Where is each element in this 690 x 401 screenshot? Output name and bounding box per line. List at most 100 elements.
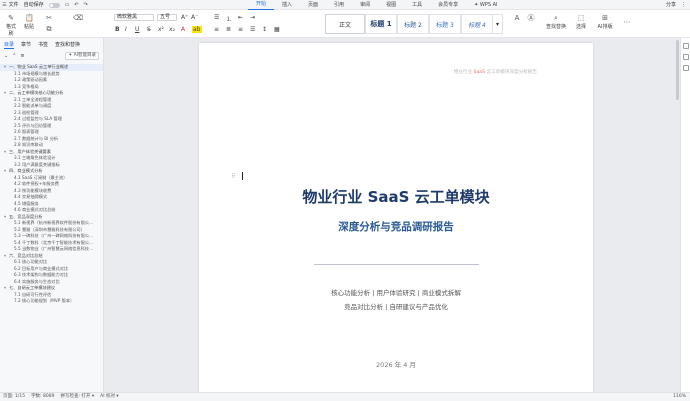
strikethrough-button[interactable]: S̶: [147, 26, 151, 33]
tab-toc[interactable]: 目录: [4, 41, 15, 49]
outline-item-label: 5.4 千丁数科（北京千丁智能技术有限公...: [14, 239, 93, 245]
tab-chapters[interactable]: 章节: [21, 41, 31, 49]
copy-button[interactable]: ⧉: [44, 25, 54, 34]
outline-item-label: 一、物业 SaaS 云工单行业概述: [9, 64, 69, 69]
number-list-icon[interactable]: ⒈: [226, 14, 232, 23]
more-icon[interactable]: ⋮: [681, 0, 686, 10]
nav-pane-tools: ⌄ ⌃ ≡ ✦ AI智能目录: [0, 49, 103, 62]
find-replace-button[interactable]: ⌕ 查找替换: [545, 14, 567, 30]
text-effects-icon: Ⓐ: [527, 14, 535, 22]
bold-button[interactable]: B: [115, 26, 120, 33]
document-title: 物业行业 SaaS 云工单模块: [302, 188, 490, 206]
style-normal[interactable]: 正文: [325, 14, 365, 34]
toolbar-more-icon[interactable]: ⋯: [622, 18, 632, 27]
clear-format-button[interactable]: ⌫: [72, 14, 83, 23]
tab-page[interactable]: 页面: [300, 0, 326, 10]
bullet-list-icon[interactable]: ☰: [214, 14, 219, 21]
grow-font-icon[interactable]: A⁺: [181, 14, 188, 21]
style-heading-2[interactable]: 标题 2: [397, 14, 429, 34]
cursor-icon: ⬚: [577, 14, 585, 22]
tab-tools[interactable]: 工具: [404, 0, 430, 10]
menu-icon[interactable]: ≡: [20, 53, 24, 59]
ai-assistant-icon[interactable]: [682, 43, 689, 49]
align-center-icon[interactable]: ≣: [226, 26, 231, 33]
outline-item[interactable]: 7.2 核心功能规划（MVP 版本）: [0, 298, 103, 305]
tab-insert[interactable]: 插入: [274, 0, 300, 10]
file-menu[interactable]: 三 文件: [2, 0, 19, 10]
redo-icon[interactable]: ↷: [84, 0, 88, 10]
document-page[interactable]: 物业行业 SaaS 云工单模块深度分析报告 ⠿ 物业行业 SaaS 云工单模块 …: [199, 43, 593, 392]
outline-list: ▾ 一、物业 SaaS 云工单行业概述 1.1 市场规模与增长趋势 1.2 政策驱动因…: [0, 62, 103, 305]
indent-increase-icon[interactable]: ⇥: [250, 14, 255, 21]
outline-item-label: 2.3 巡检管理: [14, 109, 39, 115]
undo-icon[interactable]: ↶: [74, 0, 78, 10]
outline-item-label: 七、自研云工单模块建议: [9, 285, 56, 290]
highlight-button[interactable]: ab: [192, 26, 202, 33]
styles-pane-button[interactable]: A: [512, 14, 522, 23]
font-color-button[interactable]: A: [181, 26, 185, 33]
outline-item-label: 2.4 过程监控与 SLA 管理: [14, 116, 62, 121]
tab-start[interactable]: 开始: [248, 0, 275, 10]
expand-icon[interactable]: ⌃: [12, 53, 16, 59]
zoom-level[interactable]: 116%: [673, 393, 686, 401]
document-area[interactable]: 物业行业 SaaS 云工单模块深度分析报告 ⠿ 物业行业 SaaS 云工单模块 …: [104, 38, 690, 392]
outline-item-label: 6.1 核心功能对比: [14, 259, 48, 264]
justify-icon[interactable]: ☰: [250, 26, 255, 33]
ai-layout-button[interactable]: ⊞ AI排版: [595, 14, 615, 30]
outline-item-label: 2.5 评价与回访管理: [14, 122, 52, 128]
folder-icon[interactable]: ▭: [65, 0, 70, 10]
style-gallery-expand[interactable]: ▾: [493, 14, 503, 34]
tab-view[interactable]: 视图: [378, 0, 404, 10]
format-painter-label: 格式刷: [5, 24, 16, 37]
vertical-scrollbar[interactable]: [676, 40, 679, 100]
tab-member[interactable]: 会员专享: [430, 0, 466, 10]
comment-icon[interactable]: [682, 54, 689, 60]
ai-smart-toc-button[interactable]: ✦ AI智能目录: [65, 51, 99, 60]
select-button[interactable]: ⬚ 选择: [572, 14, 590, 30]
line-spacing-icon[interactable]: ↕: [262, 26, 267, 33]
style-heading-4[interactable]: 标题 4: [461, 14, 493, 34]
spell-check[interactable]: 拼写检查: 打开 ▾: [60, 393, 94, 401]
ai-proofread[interactable]: AI 校对 ▾: [100, 393, 119, 401]
menu-left: 三 文件 自动保存 ▭ ↶ ↷: [2, 0, 88, 10]
font-size-select[interactable]: 五号: [157, 14, 177, 21]
borders-icon[interactable]: ▦: [274, 26, 280, 33]
cut-button[interactable]: ✂: [44, 14, 54, 23]
tab-find-replace[interactable]: 查找和替换: [55, 41, 80, 49]
style-heading-3[interactable]: 标题 3: [429, 14, 461, 34]
menu-right: 分享 ⋮: [666, 0, 686, 10]
word-count[interactable]: 字数: 8089: [31, 393, 54, 401]
superscript-button[interactable]: x²: [158, 26, 164, 33]
document-date: 2026 年 4 月: [376, 361, 416, 369]
share-button[interactable]: 分享: [666, 0, 676, 10]
collapse-icon[interactable]: ⌄: [4, 53, 8, 59]
chevron-down-icon: ▾: [495, 20, 499, 28]
outline-item-label: 5.5 当数物业（广州智慧云网络信息科技...: [14, 246, 93, 251]
outline-item-label: 2.6 报表管理: [14, 129, 39, 134]
underline-button[interactable]: U: [135, 26, 139, 33]
find-replace-label: 查找替换: [545, 24, 566, 30]
nav-pane-tabs: 目录 章节 书签 查找和替换: [0, 38, 103, 49]
align-right-icon[interactable]: ≡: [238, 26, 243, 33]
subscript-button[interactable]: x₂: [169, 26, 175, 33]
align-left-icon[interactable]: ≡: [214, 26, 219, 33]
tab-bookmarks[interactable]: 书签: [38, 41, 48, 49]
outline-item-label: 三、用户体验关键要素: [9, 148, 51, 154]
style-heading-1[interactable]: 标题 1: [365, 14, 397, 34]
indent-decrease-icon[interactable]: ⇤: [238, 14, 243, 21]
shrink-font-icon[interactable]: A⁻: [191, 14, 198, 21]
paragraph-handle-icon[interactable]: ⠿: [231, 173, 235, 180]
navigation-pane: 目录 章节 书签 查找和替换 ⌄ ⌃ ≡ ✦ AI智能目录 ▾ 一、物业 SaaS…: [0, 38, 104, 392]
tab-wps-ai[interactable]: ✦ WPS AI: [466, 0, 505, 10]
paste-button[interactable]: 📋 粘贴: [22, 14, 36, 30]
tab-reference[interactable]: 引用: [326, 0, 352, 10]
font-name-select[interactable]: 微软雅黑: [114, 14, 154, 21]
page-count[interactable]: 页面: 1/15: [3, 393, 25, 401]
tab-review[interactable]: 审阅: [352, 0, 378, 10]
properties-icon[interactable]: [682, 65, 689, 71]
status-bar: 页面: 1/15 字数: 8089 拼写检查: 打开 ▾ AI 校对 ▾ 116…: [0, 392, 690, 401]
text-effects-button[interactable]: Ⓐ: [526, 14, 536, 23]
autosave-toggle[interactable]: [48, 2, 60, 8]
italic-button[interactable]: I: [125, 26, 127, 33]
format-painter-button[interactable]: ✎ 格式刷: [4, 14, 18, 37]
